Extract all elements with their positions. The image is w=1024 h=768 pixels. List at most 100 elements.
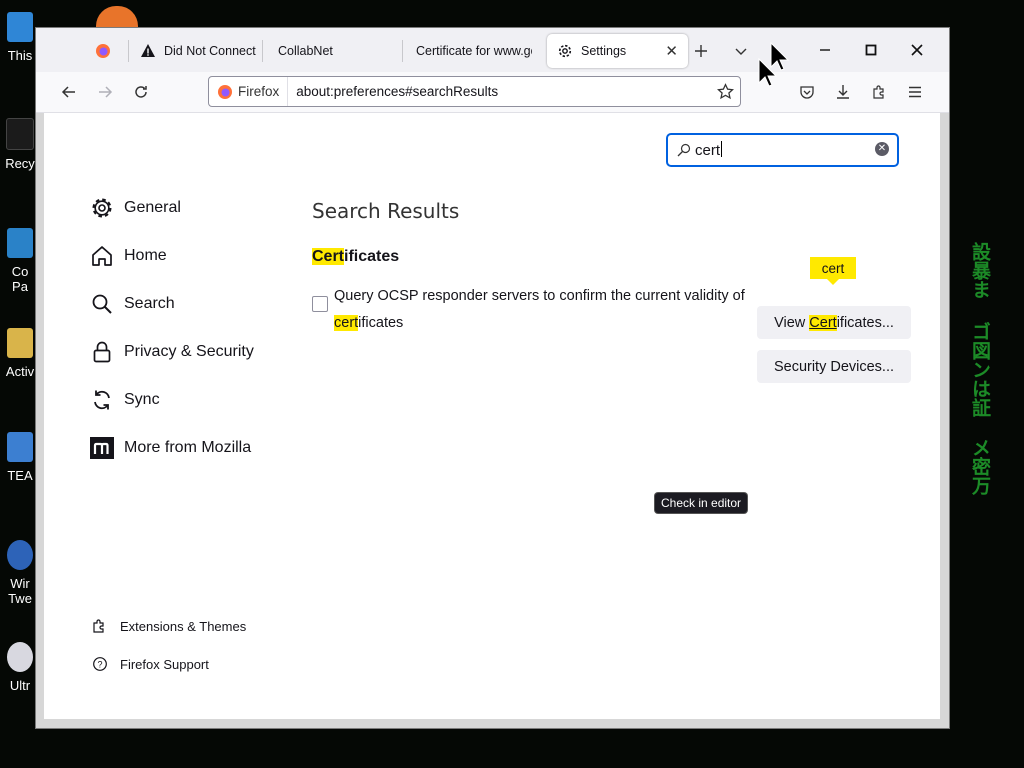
tab-did-not-connect[interactable]: Did Not Connect: bbox=[140, 34, 256, 68]
forward-button[interactable] bbox=[92, 79, 118, 105]
firefox-support-link[interactable]: ? Firefox Support bbox=[92, 656, 209, 672]
tab-bar: Did Not Connect: CollabNet Certificate f… bbox=[36, 28, 949, 72]
warning-icon bbox=[141, 44, 155, 57]
star-icon[interactable] bbox=[717, 83, 734, 100]
ocsp-checkbox-label[interactable]: Query OCSP responder servers to confirm … bbox=[334, 283, 754, 337]
category-sync[interactable]: Sync bbox=[90, 388, 160, 412]
matrix-column: メ密万 bbox=[969, 438, 991, 495]
desktop-icon-control-panel[interactable]: Co Pa bbox=[0, 228, 40, 294]
sync-icon bbox=[94, 390, 110, 410]
desktop-icon-activ[interactable]: Activ bbox=[0, 328, 40, 379]
svg-text:?: ? bbox=[97, 660, 102, 670]
chevron-down-icon bbox=[735, 48, 747, 55]
forward-arrow-icon bbox=[99, 86, 113, 98]
category-label: More from Mozilla bbox=[124, 439, 252, 456]
desktop-icon-label: This bbox=[7, 48, 33, 63]
back-button[interactable] bbox=[56, 79, 82, 105]
firefox-desktop-icon[interactable] bbox=[96, 6, 138, 30]
minimize-button[interactable] bbox=[802, 32, 848, 68]
view-certificates-button[interactable]: View Cert ificates... bbox=[757, 306, 911, 339]
tab-settings[interactable]: Settings ✕ bbox=[547, 34, 688, 68]
firefox-icon bbox=[218, 84, 232, 99]
pocket-icon bbox=[800, 86, 814, 99]
category-label: Privacy & Security bbox=[124, 343, 254, 360]
category-privacy[interactable]: Privacy & Security bbox=[90, 340, 254, 364]
app-menu-button[interactable] bbox=[902, 79, 928, 105]
help-icon: ? bbox=[93, 657, 107, 671]
gear-icon bbox=[92, 198, 112, 218]
footer-link-label: Firefox Support bbox=[120, 656, 209, 672]
button-label-pre: View bbox=[774, 314, 810, 331]
desktop-icon-label: TEA bbox=[7, 468, 33, 483]
extensions-themes-link[interactable]: Extensions & Themes bbox=[92, 618, 246, 634]
category-search[interactable]: Search bbox=[90, 292, 175, 316]
search-highlight: Cert bbox=[312, 248, 345, 265]
firefox-icon bbox=[96, 44, 110, 58]
plus-icon bbox=[695, 45, 707, 57]
desktop-icon-ultr[interactable]: Ultr bbox=[0, 642, 40, 693]
category-label: Search bbox=[124, 295, 175, 312]
home-icon bbox=[92, 246, 112, 266]
desktop-icon-label: Ultr bbox=[9, 678, 31, 693]
security-devices-button[interactable]: Security Devices... bbox=[757, 350, 911, 383]
close-tab-icon[interactable]: ✕ bbox=[665, 42, 678, 60]
url-bar[interactable]: Firefox about:preferences#searchResults bbox=[208, 76, 741, 107]
hamburger-menu-icon bbox=[909, 86, 921, 98]
matrix-column: ゴ図ンは証 bbox=[969, 322, 991, 417]
reload-button[interactable] bbox=[128, 79, 154, 105]
extensions-button[interactable] bbox=[866, 79, 892, 105]
footer-link-label: Extensions & Themes bbox=[120, 618, 247, 634]
tab-label: Settings bbox=[581, 44, 627, 58]
category-label: General bbox=[124, 199, 181, 216]
category-label: Sync bbox=[124, 391, 160, 408]
minimize-icon bbox=[820, 49, 830, 51]
url-text[interactable]: about:preferences#searchResults bbox=[288, 84, 498, 99]
tab-separator bbox=[402, 40, 403, 62]
tab-separator bbox=[128, 40, 129, 62]
category-home[interactable]: Home bbox=[90, 244, 167, 268]
maximize-button[interactable] bbox=[848, 32, 894, 68]
downloads-button[interactable] bbox=[830, 79, 856, 105]
category-general[interactable]: General bbox=[90, 196, 181, 220]
new-tab-button[interactable] bbox=[688, 38, 714, 64]
list-all-tabs-button[interactable] bbox=[728, 38, 754, 64]
button-label: Security Devices... bbox=[773, 358, 895, 375]
desktop-icon-label: Activ bbox=[5, 364, 35, 379]
ocsp-checkbox[interactable] bbox=[312, 296, 328, 312]
search-icon bbox=[677, 143, 691, 157]
ocsp-label-text: Query OCSP responder servers to confirm … bbox=[334, 288, 745, 304]
search-highlight: Cert bbox=[809, 314, 837, 331]
desktop-icon-recycle-bin[interactable]: Recy bbox=[0, 118, 40, 171]
tab-collabnet[interactable]: CollabNet bbox=[278, 34, 398, 68]
nav-bar: Firefox about:preferences#searchResults bbox=[36, 72, 949, 113]
category-more-from-mozilla[interactable]: More from Mozilla bbox=[90, 436, 251, 460]
reload-icon bbox=[135, 86, 147, 98]
preferences-search-input[interactable]: cert ✕ bbox=[666, 133, 899, 167]
desktop-icon-label: Co Pa bbox=[11, 264, 29, 294]
search-match-callout: cert bbox=[810, 257, 856, 285]
tab-firefox-pinned[interactable] bbox=[80, 34, 126, 68]
desktop-icon-tea[interactable]: TEA bbox=[0, 432, 40, 483]
tab-certificate[interactable]: Certificate for www.go bbox=[416, 34, 532, 68]
puzzle-icon bbox=[873, 85, 884, 99]
desktop-icon-win-tweaker[interactable]: Wir Twe bbox=[0, 540, 40, 606]
clear-search-icon[interactable]: ✕ bbox=[875, 142, 889, 156]
firefox-window: Did Not Connect: CollabNet Certificate f… bbox=[36, 28, 949, 728]
pocket-button[interactable] bbox=[794, 79, 820, 105]
matrix-column: 設暴ま bbox=[969, 242, 991, 299]
close-window-button[interactable] bbox=[894, 32, 940, 68]
identity-label: Firefox bbox=[238, 84, 280, 99]
tab-separator bbox=[262, 40, 263, 62]
puzzle-icon bbox=[93, 619, 104, 633]
tab-label: Certificate for www.go bbox=[416, 44, 532, 58]
group-title-rest: ificates bbox=[344, 248, 400, 265]
desktop-icon-label: Wir Twe bbox=[8, 576, 32, 606]
search-input-value[interactable]: cert bbox=[695, 141, 722, 159]
identity-box[interactable]: Firefox bbox=[209, 77, 289, 106]
tab-label: Did Not Connect: bbox=[164, 44, 256, 58]
search-icon bbox=[92, 294, 112, 314]
close-icon bbox=[911, 44, 923, 56]
ocsp-label-rest: ificates bbox=[358, 315, 404, 331]
mozilla-m-icon bbox=[90, 437, 114, 459]
desktop-icon-this-pc[interactable]: This bbox=[0, 12, 40, 63]
